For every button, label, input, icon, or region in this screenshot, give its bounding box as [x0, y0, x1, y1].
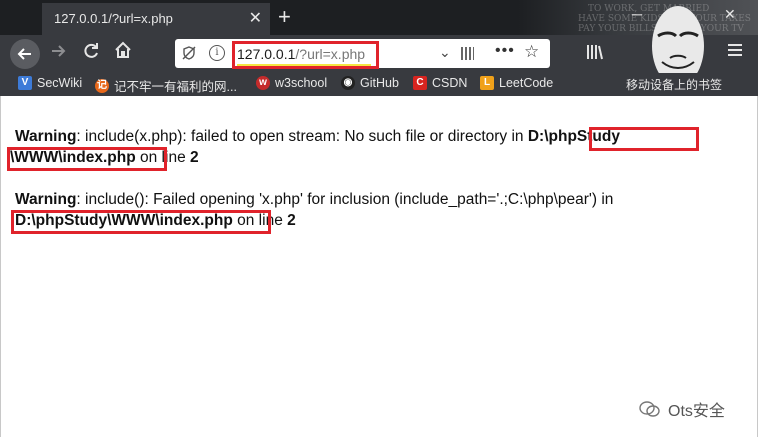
- bookmark-label: CSDN: [432, 76, 468, 90]
- browser-tab[interactable]: 127.0.0.1/?url=x.php ✕: [42, 3, 270, 35]
- watermark-text: Ots安全: [668, 403, 725, 420]
- navigation-bar: i 127.0.0.1/?url=x.php ⌄ ••• ☆: [0, 35, 758, 73]
- path-highlight-box: [589, 127, 699, 151]
- menu-icon[interactable]: [726, 41, 744, 65]
- path-highlight-box: [11, 210, 271, 234]
- minimize-button[interactable]: ─: [632, 6, 642, 22]
- line-number: 2: [190, 149, 199, 166]
- tab-title: 127.0.0.1/?url=x.php: [54, 11, 173, 26]
- warning-text: : include(): Failed opening 'x.php' for …: [76, 191, 614, 208]
- bookmark-label: SecWiki: [37, 76, 83, 90]
- site-info-icon[interactable]: i: [209, 45, 225, 61]
- github-icon: ◉: [341, 76, 355, 90]
- back-button[interactable]: [10, 39, 40, 69]
- wechat-icon: [639, 401, 660, 417]
- library-icon[interactable]: [586, 43, 604, 66]
- bookmarks-bar: V SecWiki 记 记不牢一有福利的网... w w3school ◉ Gi…: [0, 73, 758, 96]
- arrow-left-icon: [17, 48, 31, 60]
- bookmark-fuli[interactable]: 记 记不牢一有福利的网...: [95, 76, 237, 95]
- home-button[interactable]: [113, 40, 133, 65]
- bookmark-label: 记不牢一有福利的网...: [114, 80, 237, 94]
- w3school-icon: w: [256, 76, 270, 90]
- warning-line-2: Warning: include(): Failed opening 'x.ph…: [15, 191, 613, 209]
- arrow-right-icon: [52, 45, 66, 57]
- home-icon: [115, 41, 131, 58]
- address-bar[interactable]: i 127.0.0.1/?url=x.php ⌄ ••• ☆: [175, 39, 550, 69]
- secwiki-icon: V: [18, 76, 32, 90]
- close-window-button[interactable]: ✕: [724, 6, 736, 23]
- tracking-protection-icon[interactable]: [181, 45, 197, 66]
- url-highlight-box: [232, 41, 379, 69]
- mobile-bookmarks[interactable]: 移动设备上的书签: [626, 76, 722, 93]
- qr-code-icon[interactable]: [461, 47, 474, 60]
- new-tab-button[interactable]: +: [278, 4, 291, 30]
- bookmark-leetcode[interactable]: L LeetCode: [480, 76, 553, 90]
- watermark: Ots安全: [638, 397, 725, 421]
- bookmark-csdn[interactable]: C CSDN: [413, 76, 467, 90]
- forward-button[interactable]: [50, 43, 66, 64]
- page-actions-button[interactable]: •••: [495, 42, 515, 60]
- bookmark-secwiki[interactable]: V SecWiki: [18, 76, 82, 90]
- warning-text: : include(x.php): failed to open stream:…: [76, 128, 528, 145]
- path-highlight-box: [7, 147, 167, 171]
- leetcode-icon: L: [480, 76, 494, 90]
- bookmark-w3school[interactable]: w w3school: [256, 76, 327, 90]
- bookmark-label: GitHub: [360, 76, 399, 90]
- title-bar: TO WORK, GET MARRIED HAVE SOME KIDS, PAY…: [0, 0, 758, 35]
- fuli-icon: 记: [95, 78, 109, 93]
- bookmark-label: LeetCode: [499, 76, 554, 90]
- chevron-down-icon[interactable]: ⌄: [439, 44, 451, 61]
- bookmark-github[interactable]: ◉ GitHub: [341, 76, 399, 90]
- close-tab-icon[interactable]: ✕: [249, 8, 262, 28]
- bookmark-star-icon[interactable]: ☆: [524, 42, 539, 62]
- reload-icon: [84, 43, 98, 58]
- warning-line-1: Warning: include(x.php): failed to open …: [15, 128, 620, 146]
- reload-button[interactable]: [82, 42, 100, 65]
- csdn-icon: C: [413, 76, 427, 90]
- bookmark-label: w3school: [275, 76, 328, 90]
- line-number: 2: [287, 212, 296, 229]
- warning-label: Warning: [15, 191, 77, 208]
- warning-label: Warning: [15, 128, 77, 145]
- page-content: Warning: include(x.php): failed to open …: [0, 96, 758, 437]
